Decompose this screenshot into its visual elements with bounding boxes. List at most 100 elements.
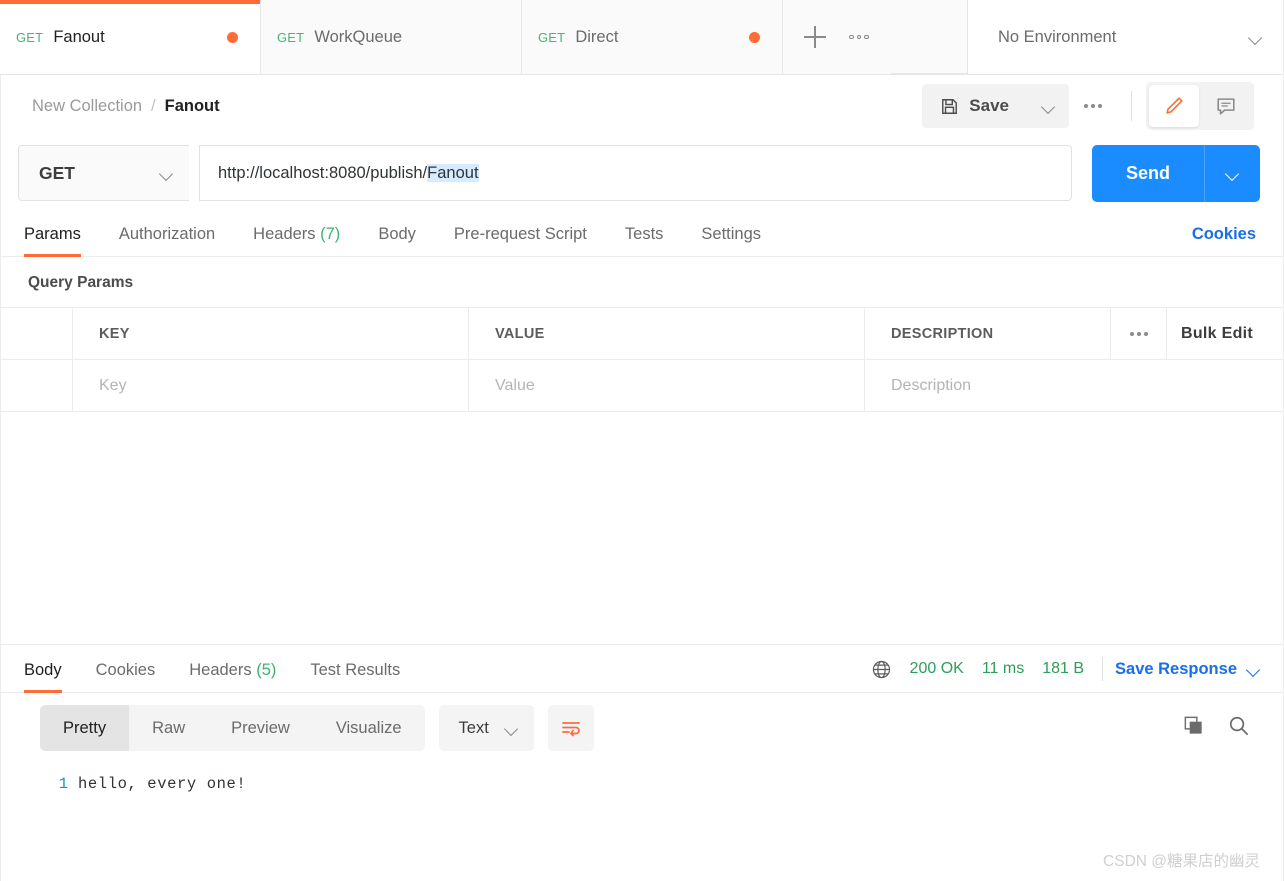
url-text: http://localhost:8080/publish/Fanout [218,163,479,183]
tab-params-label: Params [24,225,81,243]
response-format-label: Text [458,718,489,737]
tab-tests[interactable]: Tests [625,225,664,256]
more-horizontal-icon [1084,104,1102,108]
chevron-down-icon [1247,663,1260,676]
tab-unsaved-indicator [725,31,760,43]
breadcrumb-current-request[interactable]: Fanout [165,97,220,116]
tab-tests-label: Tests [624,225,664,243]
row-value-input[interactable]: Value [468,359,865,412]
table-options-button[interactable] [1110,307,1167,360]
url-input[interactable]: http://localhost:8080/publish/Fanout [199,145,1072,201]
meta-divider [1102,657,1104,681]
http-method-selector[interactable]: GET [18,145,189,201]
tab-settings-label: Settings [701,225,762,243]
response-tab-cookies-label: Cookies [95,661,156,679]
response-tab-headers[interactable]: Headers (5) [189,661,276,692]
word-wrap-button[interactable] [547,705,594,751]
word-wrap-icon [561,722,580,737]
response-size: 181 B [1042,660,1085,677]
send-options-button[interactable] [1204,144,1260,202]
send-button-group: Send [1091,144,1260,202]
send-button[interactable]: Send [1092,145,1204,202]
response-meta: 200 OK 11 ms 181 B Save Response [871,657,1260,692]
column-header-value: VALUE [468,307,865,360]
query-params-panel: Query Params KEY VALUE DESCRIPTION Bulk … [0,257,1284,645]
request-tab-bar: GET Fanout GET WorkQueue GET Direct No E… [0,0,1284,75]
copy-button[interactable] [1182,714,1205,742]
tab-method-label: GET [16,29,44,45]
tab-unsaved-indicator [464,32,499,43]
tab-authorization[interactable]: Authorization [119,225,215,256]
new-tab-button[interactable] [793,15,837,59]
breadcrumb-toolbar-row: New Collection / Fanout Save [0,75,1284,137]
save-button[interactable]: Save [922,84,1027,128]
request-tab-direct[interactable]: GET Direct [522,0,783,74]
view-mode-pretty[interactable]: Pretty [40,705,130,751]
globe-icon [872,660,890,678]
environment-selector[interactable]: No Environment [967,0,1284,74]
cookies-link[interactable]: Cookies [1192,225,1256,256]
save-response-button[interactable]: Save Response [1115,660,1260,679]
tab-title-label: WorkQueue [314,27,403,46]
response-time: 11 ms [981,660,1025,677]
tab-pre-request-script[interactable]: Pre-request Script [454,225,587,256]
comment-icon [1217,98,1235,115]
chevron-down-icon [160,167,173,180]
column-header-checkbox [0,307,73,360]
watermark: CSDN @糖果店的幽灵 [1103,853,1260,870]
postman-window: GET Fanout GET WorkQueue GET Direct No E… [0,0,1284,881]
row-description-input[interactable]: Description [864,359,1284,412]
tab-bar-more-button[interactable] [837,15,881,59]
bulk-edit-button[interactable]: Bulk Edit [1166,307,1284,360]
view-mode-raw[interactable]: Raw [129,705,208,751]
response-view-mode-group: Pretty Raw Preview Visualize [40,705,425,751]
tab-pre-request-script-label: Pre-request Script [453,225,587,243]
request-config-tabs: Params Authorization Headers (7) Body Pr… [0,209,1284,257]
response-tab-test-results[interactable]: Test Results [310,661,400,692]
tab-settings[interactable]: Settings [701,225,761,256]
pencil-icon [1166,97,1183,114]
view-toggle-group [1146,82,1254,130]
row-checkbox-cell[interactable] [0,359,73,412]
tab-body[interactable]: Body [378,225,416,256]
request-tab-fanout[interactable]: GET Fanout [0,0,261,74]
save-options-button[interactable] [1027,84,1069,128]
view-mode-preview[interactable]: Preview [208,705,313,751]
tab-method-label: GET [277,29,305,45]
column-header-key: KEY [72,307,469,360]
table-empty-space [1,412,1284,610]
request-more-button[interactable] [1069,84,1117,128]
plus-icon [804,26,826,48]
response-tab-cookies[interactable]: Cookies [96,661,156,692]
tab-headers[interactable]: Headers (7) [253,225,340,256]
code-line: 1 hello, every one! [0,775,1284,793]
search-icon [1229,716,1248,735]
tab-title-label: Fanout [53,27,105,46]
response-format-selector[interactable]: Text [438,705,534,751]
url-prefix-text: http://localhost:8080/publish/ [218,163,428,182]
search-button[interactable] [1227,714,1250,742]
table-row[interactable]: Key Value Description [0,359,1284,412]
tab-bar-spacer [891,0,967,74]
more-horizontal-icon [849,34,869,40]
chevron-down-icon [1249,31,1262,44]
response-tab-body[interactable]: Body [24,661,62,693]
response-tab-body-label: Body [24,661,62,679]
environment-label: No Environment [998,27,1117,46]
response-tab-test-results-label: Test Results [310,661,401,679]
floppy-disk-icon [942,98,958,114]
table-header-row: KEY VALUE DESCRIPTION Bulk Edit [0,307,1284,360]
query-params-table: KEY VALUE DESCRIPTION Bulk Edit Key Valu… [0,307,1284,610]
response-toolbar: Pretty Raw Preview Visualize Text [0,693,1284,761]
tab-headers-label: Headers [253,225,316,243]
response-body-editor[interactable]: 1 hello, every one! [0,761,1284,881]
edit-request-button[interactable] [1149,85,1199,127]
view-mode-visualize[interactable]: Visualize [313,705,425,751]
save-button-group: Save [922,84,1069,128]
request-tab-workqueue[interactable]: GET WorkQueue [261,0,522,74]
tab-params[interactable]: Params [24,225,81,257]
comments-button[interactable] [1201,85,1251,127]
breadcrumb-collection-link[interactable]: New Collection [32,97,142,116]
more-horizontal-icon [1129,331,1148,336]
row-key-input[interactable]: Key [72,359,469,412]
